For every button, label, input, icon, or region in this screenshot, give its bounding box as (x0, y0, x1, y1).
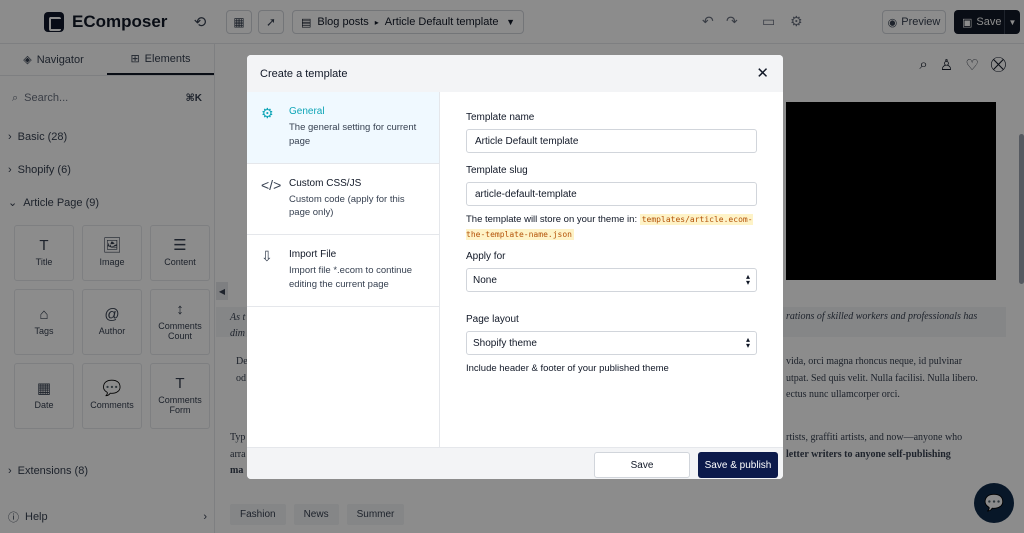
template-name-input[interactable]: Article Default template (466, 129, 757, 153)
select-arrows-icon: ▴▾ (745, 271, 750, 287)
nav-custom-css-desc: Custom code (apply for this page only) (289, 193, 405, 219)
template-slug-value: article-default-template (475, 188, 577, 200)
store-location-hint: The template will store on your theme in… (466, 212, 757, 242)
modal-footer: Save Save & publish (247, 447, 783, 479)
template-slug-input[interactable]: article-default-template (466, 182, 757, 206)
store-hint-text: The template will store on your theme in… (466, 214, 638, 225)
modal-nav: ⚙ General The general setting for curren… (247, 92, 440, 447)
modal-title: Create a template (260, 67, 348, 80)
gear-icon: ⚙ (261, 105, 274, 121)
page-layout-hint: Include header & footer of your publishe… (466, 363, 669, 375)
select-arrows-icon: ▴▾ (745, 334, 750, 351)
nav-import-file[interactable]: ⇩ Import File Import file *.ecom to cont… (247, 235, 439, 307)
template-slug-label: Template slug (466, 165, 528, 176)
page-layout-select[interactable]: Shopify theme ▴ ▾ (466, 331, 757, 356)
apply-for-value-highlight: None (473, 274, 497, 286)
code-icon: </> (261, 176, 282, 193)
template-name-label: Template name (466, 112, 535, 123)
nav-general-desc: The general setting for current page (289, 122, 417, 147)
save-and-publish-button[interactable]: Save & publish (698, 452, 778, 478)
apply-for-label-highlight: Apply for (466, 251, 506, 262)
nav-general[interactable]: ⚙ General The general setting for curren… (247, 92, 439, 164)
nav-import-desc: Import file *.ecom to continue editing t… (289, 265, 413, 290)
apply-for-select-highlight[interactable]: None ▴ ▾ (466, 268, 757, 292)
nav-custom-css-title: Custom CSS/JS (289, 177, 362, 189)
nav-general-title: General (289, 106, 325, 117)
modal-header: Create a template ✕ (247, 55, 783, 92)
save-button[interactable]: Save (594, 452, 690, 478)
nav-import-title: Import File (289, 249, 337, 261)
close-icon[interactable]: ✕ (756, 66, 769, 81)
page-layout-label: Page layout (466, 314, 519, 326)
page-layout-value: Shopify theme (473, 337, 537, 349)
apply-for-spotlight: Apply for None ▴ ▾ (456, 245, 767, 301)
import-file-icon: ⇩ (261, 248, 273, 265)
nav-custom-css-js[interactable]: </> Custom CSS/JS Custom code (apply for… (247, 164, 439, 236)
template-name-value: Article Default template (475, 135, 579, 147)
